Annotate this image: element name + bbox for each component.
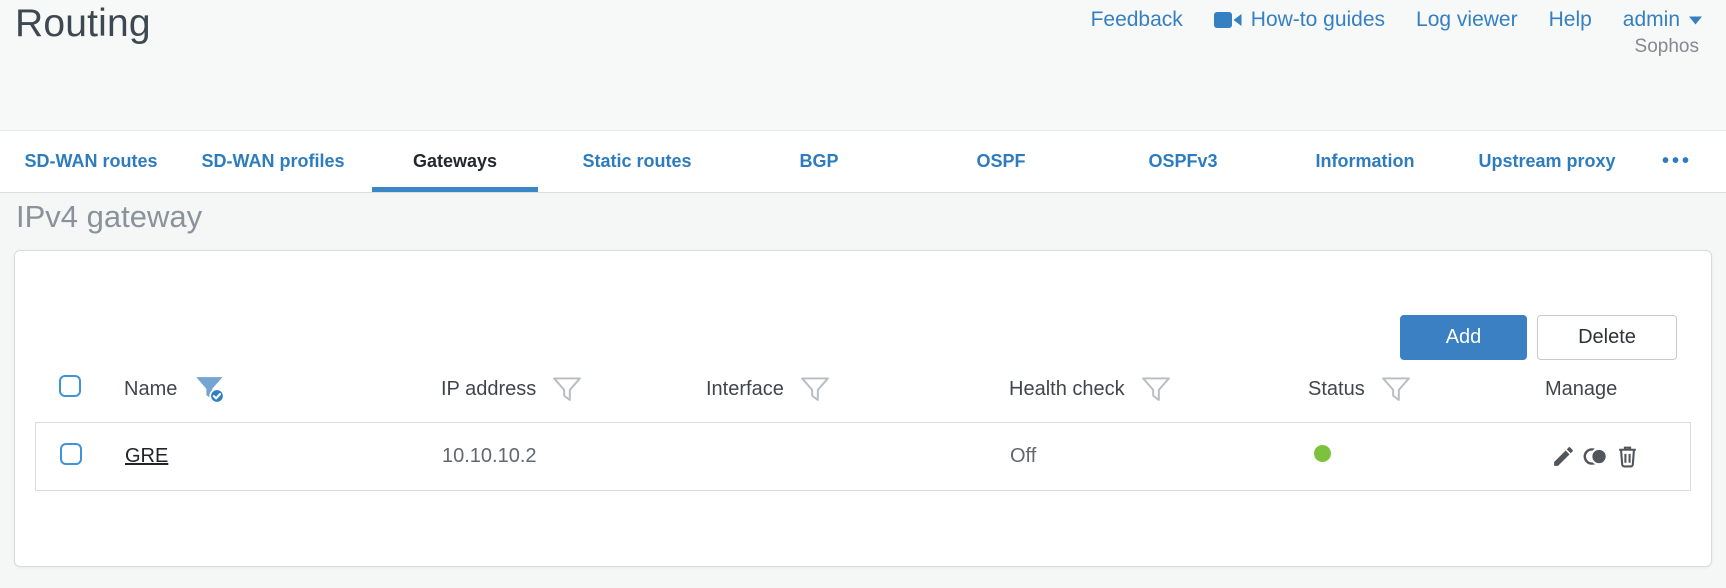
add-button[interactable]: Add — [1400, 315, 1527, 360]
video-camera-icon — [1213, 10, 1242, 30]
tab-upstream-proxy[interactable]: Upstream proxy — [1456, 131, 1638, 192]
top-header: Routing Feedback How-to guides Log viewe… — [0, 0, 1726, 131]
table-toolbar: Add Delete — [1400, 315, 1677, 360]
column-header-status: Status — [1308, 377, 1365, 400]
tab-ospf[interactable]: OSPF — [910, 131, 1092, 192]
feedback-link[interactable]: Feedback — [1091, 8, 1183, 32]
filter-icon[interactable] — [1141, 376, 1171, 403]
tab-static-routes[interactable]: Static routes — [546, 131, 728, 192]
routing-page: Routing Feedback How-to guides Log viewe… — [0, 0, 1726, 588]
log-viewer-link[interactable]: Log viewer — [1416, 8, 1518, 32]
filter-active-icon[interactable] — [193, 374, 227, 404]
section-heading: IPv4 gateway — [16, 199, 203, 234]
tab-ospfv3[interactable]: OSPFv3 — [1092, 131, 1274, 192]
select-all-checkbox[interactable] — [59, 375, 81, 397]
filter-icon[interactable] — [800, 376, 830, 403]
filter-icon[interactable] — [1381, 376, 1411, 403]
user-menu[interactable]: admin — [1623, 8, 1702, 32]
edit-pencil-icon[interactable] — [1551, 444, 1576, 469]
column-header-name: Name — [124, 377, 178, 400]
tab-information[interactable]: Information — [1274, 131, 1456, 192]
row-actions — [1546, 444, 1690, 469]
tab-sdwan-profiles[interactable]: SD-WAN profiles — [182, 131, 364, 192]
tab-bgp[interactable]: BGP — [728, 131, 910, 192]
gateway-name-link[interactable]: GRE — [125, 445, 168, 467]
user-name: admin — [1622, 8, 1680, 31]
gateway-table: Name IP address Interface Health check S… — [35, 356, 1691, 491]
tab-sdwan-routes[interactable]: SD-WAN routes — [0, 131, 182, 192]
gateway-panel: Add Delete Name IP address Interface Hea… — [14, 250, 1712, 567]
delete-trash-icon[interactable] — [1615, 444, 1640, 469]
health-check-value: Off — [1010, 445, 1037, 467]
tab-gateways[interactable]: Gateways — [364, 131, 546, 192]
row-checkbox[interactable] — [60, 442, 82, 465]
column-header-health-check: Health check — [1009, 377, 1125, 400]
delete-button[interactable]: Delete — [1537, 315, 1677, 360]
tabs-overflow-button[interactable]: ••• — [1638, 131, 1716, 192]
column-header-manage: Manage — [1545, 377, 1618, 400]
chevron-down-icon — [1689, 16, 1702, 25]
column-header-ip-address: IP address — [441, 377, 537, 400]
utility-nav: Feedback How-to guides Log viewer Help a… — [1091, 8, 1702, 32]
howto-guides-link[interactable]: How-to guides — [1213, 8, 1385, 32]
brand-label: Sophos — [1634, 36, 1699, 57]
table-body: GRE 10.10.10.2 Off — [35, 422, 1691, 491]
page-title: Routing — [15, 2, 151, 45]
status-up-indicator — [1314, 445, 1331, 462]
column-header-interface: Interface — [706, 377, 784, 400]
table-row: GRE 10.10.10.2 Off — [36, 423, 1690, 490]
table-header-row: Name IP address Interface Health check S… — [35, 356, 1691, 422]
filter-icon[interactable] — [552, 376, 582, 403]
ip-address-value: 10.10.10.2 — [442, 445, 537, 467]
clone-icon[interactable] — [1582, 444, 1609, 469]
help-link[interactable]: Help — [1549, 8, 1592, 32]
tab-bar: SD-WAN routes SD-WAN profiles Gateways S… — [0, 131, 1726, 193]
